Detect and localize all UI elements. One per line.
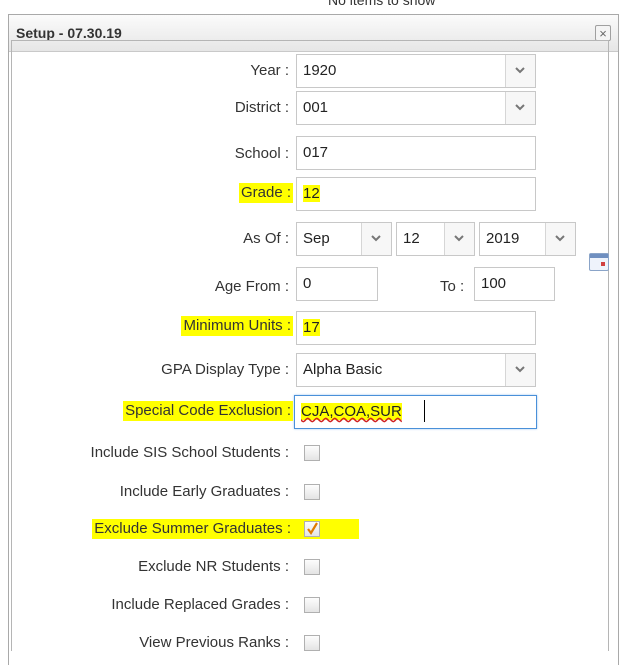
calendar-icon-header (590, 254, 608, 258)
checkbox-label: Exclude Summer Graduates : (92, 519, 293, 539)
minimum-units-input[interactable]: 17 (296, 311, 536, 345)
checkbox[interactable] (304, 597, 320, 613)
special-code-exclusion-label: Special Code Exclusion : (123, 401, 293, 421)
as-of-year-select[interactable]: 2019 (479, 222, 576, 256)
checkbox-label: Exclude NR Students : (138, 558, 289, 575)
checkbox-label: Include Replaced Grades : (111, 596, 289, 613)
district-value: 001 (303, 99, 329, 116)
close-icon: × (599, 26, 607, 41)
chevron-down-icon (505, 92, 535, 124)
age-to-label: To : (440, 278, 465, 295)
as-of-label: As Of : (243, 230, 289, 247)
grade-input[interactable]: 12 (296, 177, 536, 211)
special-code-exclusion-input[interactable]: CJA,COA,SUR (294, 395, 537, 429)
calendar-icon-marker (601, 262, 605, 266)
grade-label: Grade : (238, 183, 293, 203)
year-select[interactable]: 1920 (296, 54, 536, 88)
school-input[interactable]: 017 (296, 136, 536, 170)
special-code-exclusion-value: CJA,COA,SUR (301, 403, 402, 420)
minimum-units-label: Minimum Units : (181, 316, 293, 336)
checkbox[interactable] (304, 635, 320, 651)
as-of-day-value: 12 (403, 230, 420, 247)
year-value: 1920 (303, 62, 337, 79)
age-to-input[interactable]: 100 (474, 267, 555, 301)
age-from-input[interactable]: 0 (296, 267, 378, 301)
minimum-units-value: 17 (303, 319, 320, 336)
no-items-text: No items to show (328, 0, 436, 8)
district-label: District : (234, 99, 289, 116)
checkbox[interactable] (304, 521, 320, 537)
as-of-month-select[interactable]: Sep (296, 222, 392, 256)
checkbox[interactable] (304, 445, 320, 461)
checkbox-label: View Previous Ranks : (139, 634, 289, 651)
year-label: Year : (250, 62, 289, 79)
chevron-down-icon (361, 223, 391, 255)
calendar-icon[interactable] (589, 253, 609, 271)
chevron-down-icon (444, 223, 474, 255)
close-button[interactable]: × (595, 25, 611, 41)
as-of-year-value: 2019 (486, 230, 520, 247)
checkbox-label: Include SIS School Students : (90, 444, 289, 461)
chevron-down-icon (505, 55, 535, 87)
highlight-mark (293, 519, 359, 539)
age-from-label: Age From : (214, 278, 289, 295)
dialog-title: Setup - 07.30.19 (16, 25, 122, 41)
grade-value: 12 (303, 185, 320, 202)
school-label: School : (234, 145, 289, 162)
text-cursor (424, 400, 425, 422)
checkbox[interactable] (304, 559, 320, 575)
chevron-down-icon (505, 354, 535, 386)
checkbox[interactable] (304, 484, 320, 500)
checkmark-icon (307, 522, 318, 535)
district-select[interactable]: 001 (296, 91, 536, 125)
gpa-display-type-select[interactable]: Alpha Basic (296, 353, 536, 387)
chevron-down-icon (545, 223, 575, 255)
as-of-month-value: Sep (303, 230, 330, 247)
as-of-day-select[interactable]: 12 (396, 222, 475, 256)
gpa-display-type-label: GPA Display Type : (161, 361, 289, 378)
background-message: No items to show (0, 0, 621, 14)
gpa-display-type-value: Alpha Basic (303, 361, 383, 378)
checkbox-label: Include Early Graduates : (119, 483, 289, 500)
